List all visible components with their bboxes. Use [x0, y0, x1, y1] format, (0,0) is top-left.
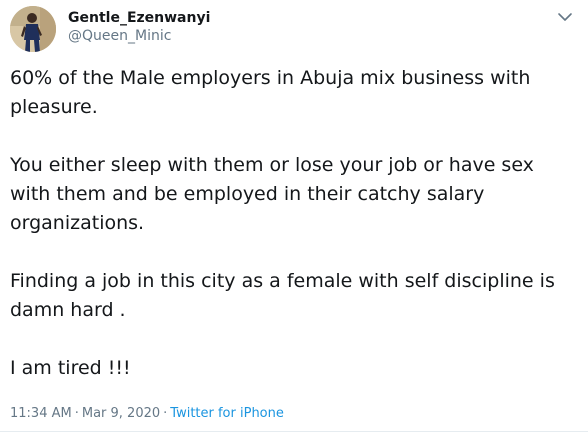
user-names: Gentle_Ezenwanyi @Queen_Minic — [68, 9, 210, 45]
avatar-photo-icon — [10, 6, 56, 52]
tweet-time[interactable]: 11:34 AM — [10, 406, 72, 421]
tweet-paragraph: You either sleep with them or lose your … — [10, 154, 534, 234]
tweet-card: Gentle_Ezenwanyi @Queen_Minic 60% of the… — [0, 0, 588, 432]
more-options-button[interactable] — [556, 8, 574, 26]
tweet-header: Gentle_Ezenwanyi @Queen_Minic — [10, 6, 578, 52]
tweet-paragraph: Finding a job in this city as a female w… — [10, 270, 555, 321]
display-name[interactable]: Gentle_Ezenwanyi — [68, 9, 210, 27]
tweet-paragraph: 60% of the Male employers in Abuja mix b… — [10, 67, 531, 118]
tweet-text: 60% of the Male employers in Abuja mix b… — [10, 64, 580, 383]
tweet-metadata: 11:34 AM · Mar 9, 2020 · Twitter for iPhone — [10, 405, 284, 423]
tweet-paragraph: I am tired !!! — [10, 357, 131, 379]
chevron-down-icon — [558, 13, 572, 21]
user-handle[interactable]: @Queen_Minic — [68, 27, 210, 45]
separator: · — [163, 406, 168, 421]
tweet-source-link[interactable]: Twitter for iPhone — [170, 406, 284, 421]
separator: · — [74, 406, 79, 421]
avatar[interactable] — [10, 6, 56, 52]
tweet-date[interactable]: Mar 9, 2020 — [82, 406, 160, 421]
